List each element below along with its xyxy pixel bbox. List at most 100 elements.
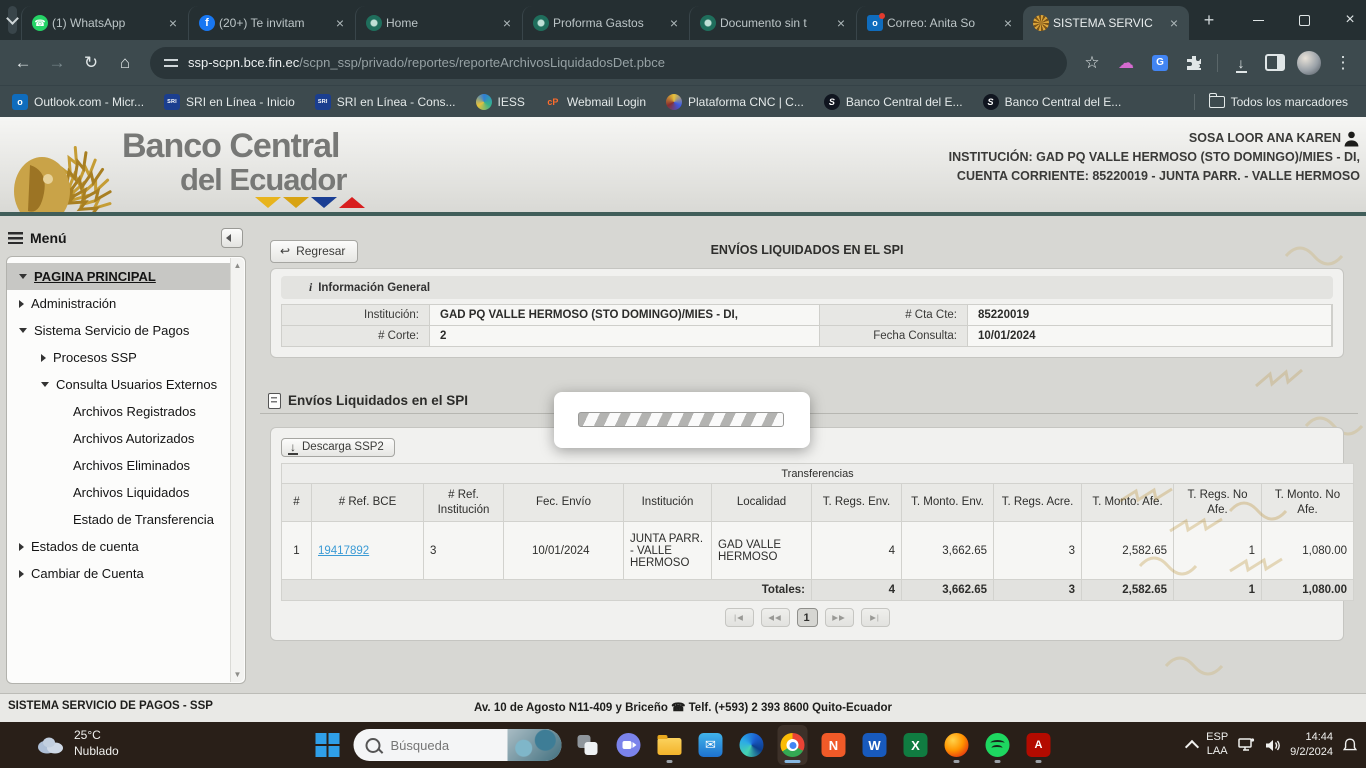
chat-button[interactable]: [614, 725, 644, 765]
scroll-down-icon[interactable]: ▼: [231, 670, 244, 679]
acrobat-button[interactable]: A: [1024, 725, 1054, 765]
bookmark-label: SRI en Línea - Inicio: [186, 95, 295, 109]
bookmark-cnc[interactable]: Plataforma CNC | C...: [666, 94, 804, 110]
spotify-button[interactable]: [983, 725, 1013, 765]
next-page-button[interactable]: ▶▶: [825, 608, 854, 627]
tab-close-icon[interactable]: ×: [665, 14, 683, 32]
chat-icon: [617, 733, 641, 757]
profile-avatar[interactable]: [1292, 46, 1326, 80]
language-indicator[interactable]: ESPLAA: [1206, 731, 1228, 759]
forward-button[interactable]: →: [40, 46, 74, 80]
network-icon[interactable]: [1237, 737, 1255, 753]
main-panel: ↩Regresar ENVÍOS LIQUIDADOS EN EL SPI i …: [258, 216, 1360, 693]
institucion-value: GAD PQ VALLE HERMOSO (STO DOMINGO)/MIES …: [430, 305, 820, 326]
cell-t-monto-no-afe: 1,080.00: [1262, 522, 1354, 580]
bookmark-sri-inicio[interactable]: SRISRI en Línea - Inicio: [164, 94, 295, 110]
sidebar-item-archivos-autorizados[interactable]: Archivos Autorizados: [7, 425, 231, 452]
chrome-button[interactable]: [778, 725, 808, 765]
hidden-icons-chevron[interactable]: [1185, 740, 1199, 754]
bookmark-iess[interactable]: IESS: [476, 94, 525, 110]
search-highlight-image[interactable]: [508, 729, 562, 761]
browser-tab-correo[interactable]: o Correo: Anita So ×: [856, 6, 1023, 40]
close-button[interactable]: ×: [1327, 0, 1366, 40]
sidebar-item-administracion[interactable]: Administración: [7, 290, 231, 317]
address-bar[interactable]: ssp-scpn.bce.fin.ec/scpn_ssp/privado/rep…: [150, 47, 1067, 79]
tab-close-icon[interactable]: ×: [832, 14, 850, 32]
prev-page-button[interactable]: ◀◀: [761, 608, 790, 627]
tab-close-icon[interactable]: ×: [331, 14, 349, 32]
excel-button[interactable]: X: [901, 725, 931, 765]
browser-tab-home[interactable]: Home ×: [355, 6, 522, 40]
sidebar-item-pagina-principal[interactable]: PAGINA PRINCIPAL: [7, 263, 231, 290]
all-bookmarks-button[interactable]: Todos los marcadores: [1209, 95, 1348, 109]
tab-close-icon[interactable]: ×: [1165, 14, 1183, 32]
sidebar-item-estado-de-transferencia[interactable]: Estado de Transferencia: [7, 506, 231, 533]
col-num: #: [282, 484, 312, 522]
bookmark-webmail[interactable]: cPWebmail Login: [545, 94, 646, 110]
sidebar-item-cambiar-de-cuenta[interactable]: Cambiar de Cuenta: [7, 560, 231, 587]
nitro-button[interactable]: N: [819, 725, 849, 765]
minimize-button[interactable]: [1235, 0, 1281, 40]
notification-bell-icon[interactable]: [1342, 737, 1358, 754]
edge-button[interactable]: [737, 725, 767, 765]
browser-tab-facebook[interactable]: f (20+) Te invitam ×: [188, 6, 355, 40]
sidebar-item-archivos-registrados[interactable]: Archivos Registrados: [7, 398, 231, 425]
first-page-button[interactable]: |◀: [725, 608, 754, 627]
sidebar-item-sistema-servicio-pagos[interactable]: Sistema Servicio de Pagos: [7, 317, 231, 344]
extension-cloud-icon[interactable]: ☁: [1109, 46, 1143, 80]
current-page-button[interactable]: 1: [797, 608, 818, 627]
home-button[interactable]: ⌂: [108, 46, 142, 80]
bookmark-bce-1[interactable]: SBanco Central del E...: [824, 94, 963, 110]
browser-tab-documento[interactable]: Documento sin t ×: [689, 6, 856, 40]
start-button[interactable]: [313, 725, 343, 765]
word-button[interactable]: W: [860, 725, 890, 765]
downloads-button[interactable]: ↓: [1224, 46, 1258, 80]
sidebar-item-consulta-usuarios-externos[interactable]: Consulta Usuarios Externos: [7, 371, 231, 398]
side-panel-button[interactable]: [1258, 46, 1292, 80]
sidebar-collapse-button[interactable]: [221, 228, 243, 248]
browser-tab-whatsapp[interactable]: ☎ (1) WhatsApp ×: [21, 6, 188, 40]
cell-t-regs-env: 4: [812, 522, 902, 580]
weather-widget[interactable]: 25°C Nublado: [34, 728, 119, 759]
site-info-icon[interactable]: [164, 58, 178, 68]
info-panel-header: i Información General: [281, 276, 1333, 299]
file-explorer-button[interactable]: [655, 725, 685, 765]
volume-icon[interactable]: [1264, 738, 1281, 753]
mail-button[interactable]: ✉: [696, 725, 726, 765]
browser-tab-sistema-active[interactable]: SISTEMA SERVIC ×: [1023, 6, 1189, 40]
last-page-button[interactable]: ▶|: [861, 608, 890, 627]
sidebar-item-archivos-liquidados[interactable]: Archivos Liquidados: [7, 479, 231, 506]
clock[interactable]: 14:449/2/2024: [1290, 730, 1333, 760]
sidebar-item-estados-de-cuenta[interactable]: Estados de cuenta: [7, 533, 231, 560]
reload-button[interactable]: ↻: [74, 46, 108, 80]
sidebar-scrollbar[interactable]: ▲ ▼: [230, 258, 244, 682]
descarga-ssp2-button[interactable]: ↓Descarga SSP2: [281, 438, 395, 457]
new-tab-button[interactable]: +: [1195, 6, 1223, 34]
bookmark-sri-consultas[interactable]: SRISRI en Línea - Cons...: [315, 94, 456, 110]
bookmark-bce-2[interactable]: SBanco Central del E...: [983, 94, 1122, 110]
restore-button[interactable]: [1281, 0, 1327, 40]
tab-close-icon[interactable]: ×: [164, 14, 182, 32]
sidebar-item-procesos-ssp[interactable]: Procesos SSP: [7, 344, 231, 371]
back-button[interactable]: ←: [6, 46, 40, 80]
scroll-up-icon[interactable]: ▲: [231, 261, 244, 270]
sidebar-item-archivos-eliminados[interactable]: Archivos Eliminados: [7, 452, 231, 479]
taskbar-search[interactable]: [354, 729, 562, 761]
task-view-button[interactable]: [573, 725, 603, 765]
word-icon: W: [863, 733, 887, 757]
browser-tab-proforma[interactable]: Proforma Gastos ×: [522, 6, 689, 40]
tab-close-icon[interactable]: ×: [999, 14, 1017, 32]
browser-menu-button[interactable]: ⋮: [1326, 46, 1360, 80]
institucion-label: Institución:: [282, 305, 430, 326]
bookmark-outlook[interactable]: oOutlook.com - Micr...: [12, 94, 144, 110]
col-t-monto-no-afe: T. Monto. No Afe.: [1262, 484, 1354, 522]
tab-close-icon[interactable]: ×: [498, 14, 516, 32]
firefox-button[interactable]: [942, 725, 972, 765]
tab-search-button[interactable]: [8, 6, 17, 34]
search-input[interactable]: [389, 737, 508, 754]
bookmark-star-button[interactable]: ☆: [1075, 46, 1109, 80]
translate-button[interactable]: G: [1143, 46, 1177, 80]
ref-bce-link[interactable]: 19417892: [318, 545, 369, 557]
bank-logo-text: Banco Central del Ecuador: [122, 129, 346, 195]
extensions-button[interactable]: [1177, 46, 1211, 80]
